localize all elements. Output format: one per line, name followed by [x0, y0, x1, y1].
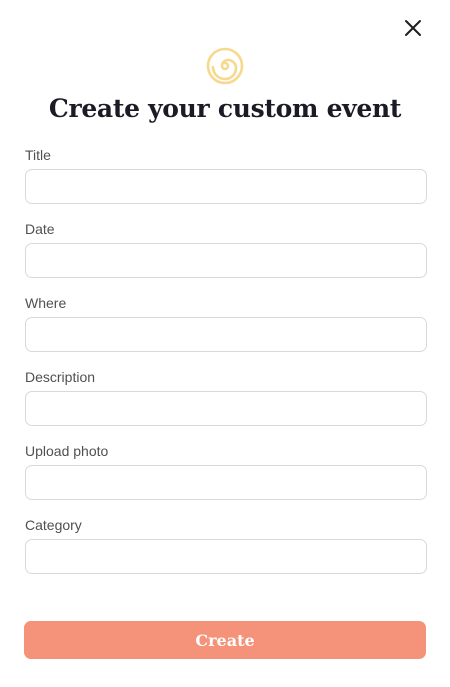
create-button[interactable]: Create	[24, 621, 426, 659]
description-label: Description	[25, 369, 96, 385]
where-field: Where	[25, 295, 427, 352]
where-input[interactable]	[25, 317, 427, 352]
page-title: Create your custom event	[48, 94, 402, 123]
category-label: Category	[25, 517, 82, 533]
upload-photo-input[interactable]	[25, 465, 427, 500]
title-label: Title	[25, 147, 51, 163]
date-input[interactable]	[25, 243, 427, 278]
title-input[interactable]	[25, 169, 427, 204]
date-field: Date	[25, 221, 427, 278]
title-field: Title	[25, 147, 427, 204]
description-field: Description	[25, 369, 427, 426]
category-input[interactable]	[25, 539, 427, 574]
upload-photo-field: Upload photo	[25, 443, 427, 500]
category-field: Category	[25, 517, 427, 574]
upload-photo-label: Upload photo	[25, 443, 109, 459]
date-label: Date	[25, 221, 55, 237]
description-input[interactable]	[25, 391, 427, 426]
where-label: Where	[25, 295, 67, 311]
close-button[interactable]	[402, 17, 424, 39]
close-icon[interactable]	[402, 17, 424, 39]
spiral-logo-icon	[206, 47, 244, 85]
